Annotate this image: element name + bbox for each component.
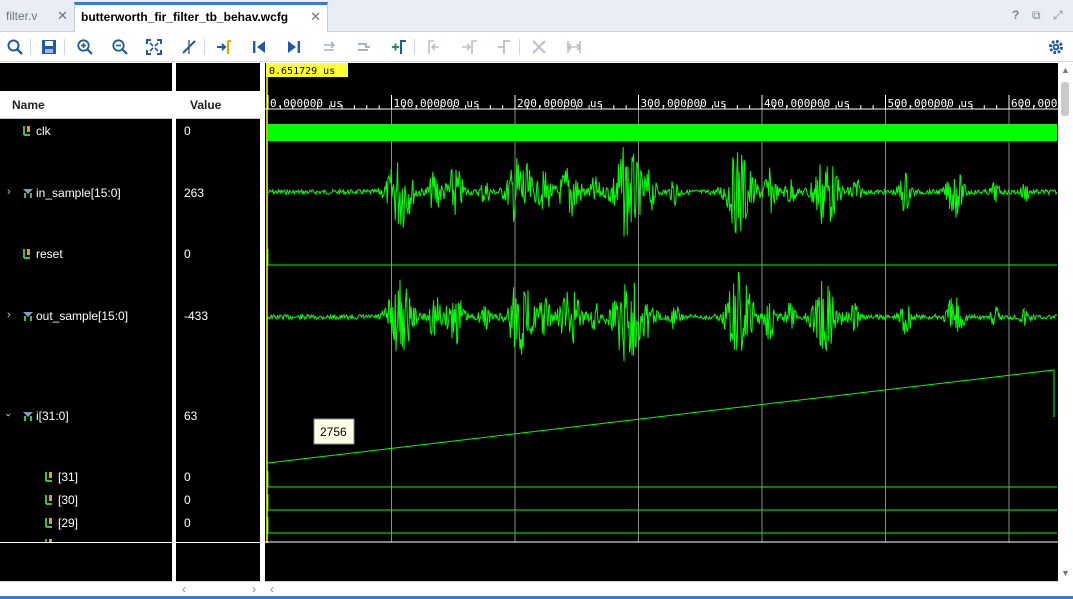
name-column-header[interactable]: Name (0, 91, 172, 119)
ruler-label: 0.000000 us (270, 97, 343, 110)
divider (0, 542, 172, 543)
divider (176, 542, 260, 543)
waveform-vertical-scrollbar[interactable]: ▲ ▼ (1058, 63, 1073, 581)
close-icon[interactable]: ✕ (310, 5, 321, 29)
waveform-viewer[interactable]: 0.000000 us 100.000000 us 200.000000 us 300… (265, 63, 1058, 581)
bit-signal-icon (23, 126, 30, 136)
time-grid (391, 103, 1010, 542)
waveform-traces (267, 124, 1058, 534)
signal-name: reset (36, 247, 63, 261)
bit-signal-icon (45, 472, 52, 482)
bit-trace (267, 471, 1057, 488)
in-sample-trace (267, 147, 1058, 237)
tab-label: filter.v (6, 9, 38, 23)
i-trace (267, 369, 1055, 464)
signal-value: 0 (184, 493, 191, 507)
ruler-label: 200.000000 us (517, 97, 603, 110)
signal-name-panel: Name clk › in_sample[15:0] reset › out_s… (0, 63, 172, 597)
restore-icon[interactable]: ⧉ (1032, 8, 1041, 23)
value-column-header[interactable]: Value (176, 91, 260, 119)
go-end-icon[interactable] (283, 36, 305, 58)
clk-trace (268, 124, 1057, 141)
signal-value: 0 (184, 124, 191, 138)
signal-name: [31] (58, 470, 79, 484)
tab-filter-v[interactable]: filter.v ✕ (0, 2, 74, 32)
ruler-label: 400.000000 us (764, 97, 850, 110)
maximize-icon[interactable]: ⤢ (1053, 8, 1063, 23)
scroll-right-icon[interactable]: › (252, 582, 256, 596)
bit-signal-icon (45, 518, 52, 528)
snap-icon[interactable] (178, 36, 200, 58)
save-icon[interactable] (38, 36, 60, 58)
bit-signal-icon (45, 495, 52, 505)
bit-signal-icon (23, 249, 30, 259)
scroll-left-icon[interactable]: ‹ (182, 582, 186, 596)
next-marker-icon[interactable] (458, 36, 480, 58)
bit-trace (267, 494, 1057, 511)
time-ruler: 0.000000 us 100.000000 us 200.000000 us 300… (265, 95, 1058, 110)
tab-wcfg[interactable]: butterworth_fir_filter_tb_behav.wcfg ✕ (74, 2, 328, 32)
search-icon[interactable] (4, 36, 26, 58)
signal-value: 0 (184, 470, 191, 484)
scroll-left-icon[interactable]: ‹ (270, 582, 274, 596)
tab-label: butterworth_fir_filter_tb_behav.wcfg (81, 10, 289, 24)
signal-name: out_sample[15:0] (36, 309, 129, 323)
signal-value: 63 (184, 409, 198, 423)
signal-name: [30] (58, 493, 79, 507)
out-sample-trace (267, 271, 1058, 362)
bus-signal-icon (23, 412, 33, 421)
signal-name: [29] (58, 516, 79, 530)
zoom-in-icon[interactable] (74, 36, 96, 58)
go-start-icon[interactable] (248, 36, 270, 58)
zoom-fit-icon[interactable] (143, 36, 165, 58)
scroll-up-icon[interactable]: ▲ (1061, 65, 1070, 75)
add-marker2-icon[interactable] (388, 36, 410, 58)
goto-cursor-icon[interactable] (213, 36, 235, 58)
reset-trace (267, 249, 1057, 266)
signal-name: i[31:0] (36, 409, 69, 423)
zoom-out-icon[interactable] (109, 36, 131, 58)
ruler-label: 500.000000 us (888, 97, 974, 110)
signal-value: 0 (184, 516, 191, 530)
chevron-right-icon[interactable]: › (7, 309, 11, 321)
scroll-down-icon[interactable]: ▼ (1061, 568, 1070, 578)
ruler-label: 100.000000 us (394, 97, 480, 110)
signal-name: in_sample[15:0] (36, 186, 121, 200)
ruler-label: 300.000000 us (641, 97, 727, 110)
add-marker-icon[interactable] (353, 36, 375, 58)
tooltip-text: 2756 (320, 425, 347, 439)
ruler-icon[interactable] (563, 36, 585, 58)
bit-trace (267, 517, 1057, 534)
ruler-label: 600.0000 (1011, 97, 1058, 110)
waveform-canvas[interactable]: 0.000000 us 100.000000 us 200.000000 us 300… (265, 63, 1058, 581)
name-horizontal-scrollbar[interactable] (0, 581, 172, 597)
cursor-time-label: 0.651729 us (269, 66, 335, 77)
prev-marker-icon[interactable] (423, 36, 445, 58)
bus-signal-icon (23, 189, 33, 198)
waveform-toolbar (0, 32, 1073, 62)
swap-cursor-icon[interactable] (318, 36, 340, 58)
signal-name: clk (36, 124, 51, 138)
settings-icon[interactable] (1045, 36, 1067, 58)
signal-value: -433 (184, 309, 209, 323)
scroll-thumb[interactable] (1061, 82, 1069, 116)
signal-value-panel: Value 0 263 0 -433 63 0 0 0 ‹ › (176, 63, 260, 597)
chevron-right-icon[interactable]: › (7, 186, 11, 198)
delete-marker-icon[interactable] (493, 36, 515, 58)
unavail-icon[interactable] (528, 36, 550, 58)
chevron-down-icon[interactable]: › (2, 413, 14, 417)
signal-value: 263 (184, 186, 205, 200)
value-horizontal-scrollbar[interactable]: ‹ › (176, 581, 260, 597)
bus-signal-icon (23, 312, 33, 321)
help-icon[interactable]: ? (1012, 8, 1019, 22)
tab-bar: filter.v ✕ butterworth_fir_filter_tb_beh… (0, 0, 1073, 32)
close-icon[interactable]: ✕ (57, 2, 68, 30)
signal-value: 0 (184, 247, 191, 261)
waveform-horizontal-scrollbar[interactable]: ‹ (265, 581, 1058, 597)
